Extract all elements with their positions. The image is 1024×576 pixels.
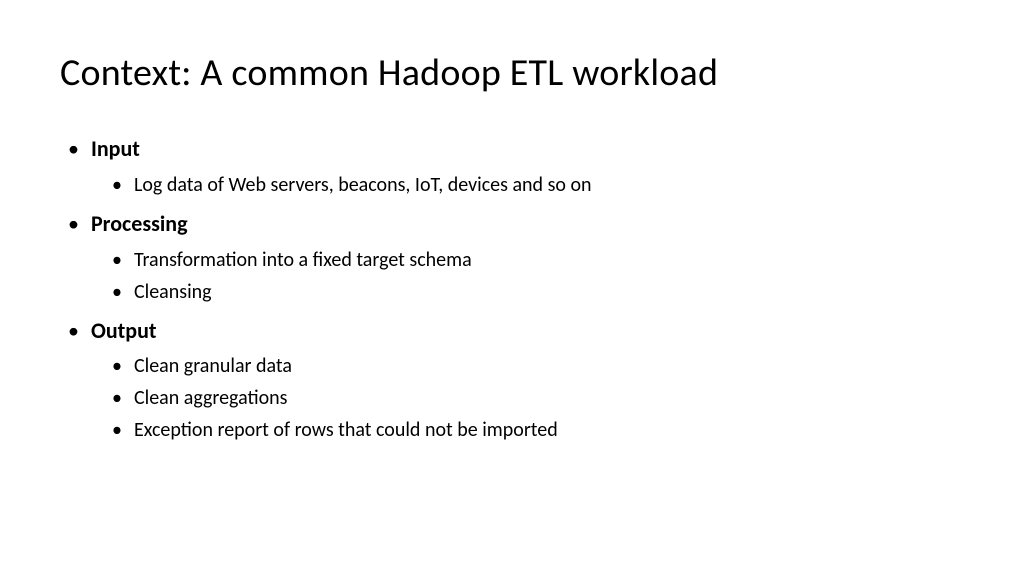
list-item: • Transformation into a fixed target sch… xyxy=(112,246,964,274)
item-text: Clean aggregations xyxy=(134,384,288,412)
section-label: Output xyxy=(91,316,157,347)
list-item: • Log data of Web servers, beacons, IoT,… xyxy=(112,171,964,199)
bullet-icon: • xyxy=(68,209,79,240)
bullet-icon: • xyxy=(112,416,122,444)
section-processing: • Processing • Transformation into a fix… xyxy=(68,209,964,306)
list-item: • Clean granular data xyxy=(112,352,964,380)
list-item: • Exception report of rows that could no… xyxy=(112,416,964,444)
section-header: • Input xyxy=(68,134,964,165)
list-item: • Cleansing xyxy=(112,278,964,306)
section-label: Processing xyxy=(91,209,188,240)
item-text: Transformation into a fixed target schem… xyxy=(134,246,472,274)
bullet-icon: • xyxy=(68,316,79,347)
section-label: Input xyxy=(91,134,140,165)
bullet-icon: • xyxy=(68,134,79,165)
section-header: • Output xyxy=(68,316,964,347)
slide-content: • Input • Log data of Web servers, beaco… xyxy=(60,134,964,444)
item-text: Cleansing xyxy=(134,278,212,306)
section-input: • Input • Log data of Web servers, beaco… xyxy=(68,134,964,199)
item-text: Exception report of rows that could not … xyxy=(134,416,558,444)
bullet-icon: • xyxy=(112,384,122,412)
section-output: • Output • Clean granular data • Clean a… xyxy=(68,316,964,445)
bullet-icon: • xyxy=(112,246,122,274)
section-header: • Processing xyxy=(68,209,964,240)
item-text: Clean granular data xyxy=(134,352,292,380)
sub-list: • Transformation into a fixed target sch… xyxy=(68,246,964,306)
bullet-icon: • xyxy=(112,352,122,380)
sub-list: • Clean granular data • Clean aggregatio… xyxy=(68,352,964,444)
bullet-icon: • xyxy=(112,278,122,306)
item-text: Log data of Web servers, beacons, IoT, d… xyxy=(134,171,592,199)
list-item: • Clean aggregations xyxy=(112,384,964,412)
slide-title: Context: A common Hadoop ETL workload xyxy=(60,50,964,96)
sub-list: • Log data of Web servers, beacons, IoT,… xyxy=(68,171,964,199)
bullet-icon: • xyxy=(112,171,122,199)
